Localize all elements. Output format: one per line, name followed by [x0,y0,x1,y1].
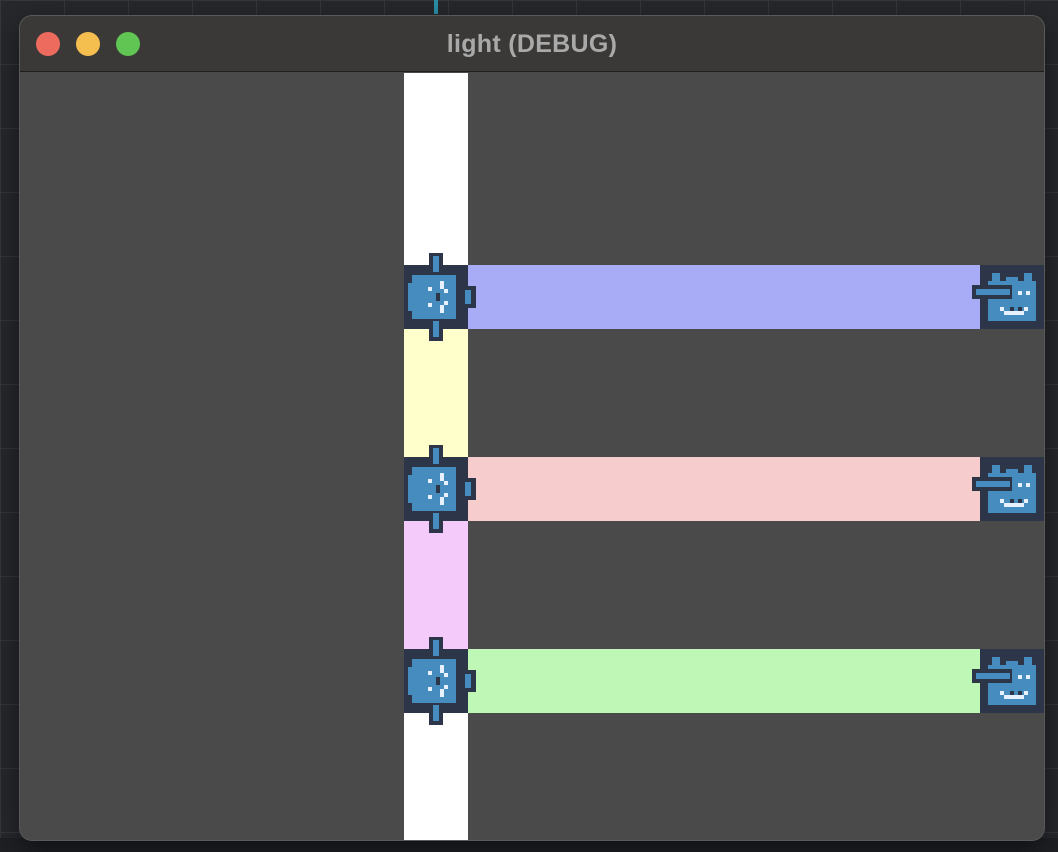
emitter-robot-icon [404,253,476,341]
light-beam-3 [468,649,980,713]
light-beam-2 [468,457,980,521]
game-viewport[interactable] [20,73,1044,840]
editor-accent-marker [434,0,438,14]
light-column-segment-4 [404,713,468,840]
editor-bottom-strip [0,838,1058,852]
receiver-robot-icon [972,265,1044,329]
light-beam-1 [468,265,980,329]
emitter-robot-icon [404,637,476,725]
receiver-robot-icon [972,649,1044,713]
game-window: light (DEBUG) [20,16,1044,840]
light-column-segment-2 [404,329,468,457]
window-title: light (DEBUG) [446,30,618,58]
light-column-segment-3 [404,521,468,649]
title-bar[interactable]: light (DEBUG) [20,16,1044,72]
receiver-robot-icon [972,457,1044,521]
light-column-segment-1 [404,73,468,265]
emitter-robot-icon [404,445,476,533]
